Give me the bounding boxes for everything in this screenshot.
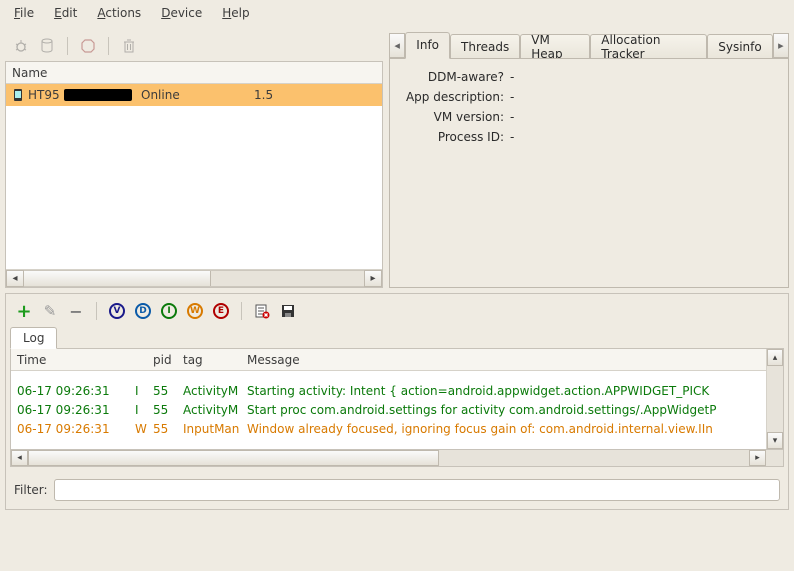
tab-allocation-tracker[interactable]: Allocation Tracker — [590, 34, 707, 59]
log-message: Starting activity: Intent { action=andro… — [241, 384, 766, 398]
info-level-button[interactable]: I — [159, 301, 179, 321]
info-vmversion-label: VM version: — [402, 110, 510, 124]
info-appdesc-label: App description: — [402, 90, 510, 104]
add-filter-button[interactable]: + — [14, 301, 34, 321]
log-header: Time pid tag Message — [11, 349, 766, 371]
info-vmversion-value: - — [510, 110, 514, 124]
log-level: W — [129, 422, 147, 436]
column-name[interactable]: Name — [12, 66, 47, 80]
tab-sysinfo[interactable]: Sysinfo — [707, 34, 772, 59]
verbose-level-button[interactable]: V — [107, 301, 127, 321]
clear-log-button[interactable] — [252, 301, 272, 321]
info-appdesc-value: - — [510, 90, 514, 104]
device-hscroll[interactable]: ◂ ▸ — [6, 269, 382, 287]
device-row[interactable]: HT95 Online 1.5 — [6, 84, 382, 106]
log-message: Window already focused, ignoring focus g… — [241, 422, 766, 436]
trash-icon[interactable] — [119, 36, 139, 56]
log-message: Start proc com.android.settings for acti… — [241, 403, 766, 417]
log-time: 06-17 09:26:31 — [11, 384, 129, 398]
log-tab[interactable]: Log — [10, 327, 57, 349]
tab-vmheap[interactable]: VM Heap — [520, 34, 590, 59]
scroll-left-icon[interactable]: ◂ — [6, 270, 24, 287]
log-pid: 55 — [147, 384, 177, 398]
save-log-button[interactable] — [278, 301, 298, 321]
col-pid[interactable]: pid — [147, 353, 177, 367]
error-level-button[interactable]: E — [211, 301, 231, 321]
scroll-right-icon[interactable]: ▸ — [364, 270, 382, 287]
cylinder-icon[interactable] — [37, 36, 57, 56]
separator — [108, 37, 109, 55]
log-row[interactable]: 06-17 09:26:31I55ActivityMStart proc com… — [11, 400, 766, 419]
info-ddm-value: - — [510, 70, 514, 84]
device-status: Online — [141, 88, 196, 102]
bug-icon[interactable] — [11, 36, 31, 56]
log-hscroll[interactable]: ◂ ▸ — [10, 450, 784, 467]
log-time: 06-17 09:26:31 — [11, 422, 129, 436]
log-row[interactable]: 06-17 09:26:31I55ActivityMStarting activ… — [11, 381, 766, 400]
phone-icon — [12, 88, 24, 102]
tab-threads[interactable]: Threads — [450, 34, 520, 59]
stop-icon[interactable] — [78, 36, 98, 56]
warn-level-button[interactable]: W — [185, 301, 205, 321]
tab-scroll-left[interactable]: ◂ — [389, 33, 405, 58]
log-pid: 55 — [147, 422, 177, 436]
scroll-right-icon[interactable]: ▸ — [749, 450, 766, 466]
log-level: I — [129, 403, 147, 417]
redacted-text — [64, 89, 132, 101]
log-tag: ActivityM — [177, 403, 241, 417]
edit-filter-button[interactable]: ✎ — [40, 301, 60, 321]
filter-label: Filter: — [14, 483, 48, 497]
col-time[interactable]: Time — [11, 353, 129, 367]
scroll-thumb[interactable] — [24, 271, 211, 286]
scroll-up-icon[interactable]: ▴ — [767, 349, 783, 366]
info-ddm-label: DDM-aware? — [402, 70, 510, 84]
remove-filter-button[interactable]: − — [66, 301, 86, 321]
scroll-thumb[interactable] — [28, 450, 439, 466]
info-pid-value: - — [510, 130, 514, 144]
log-level: I — [129, 384, 147, 398]
device-name: HT95 — [28, 88, 60, 102]
scroll-down-icon[interactable]: ▾ — [767, 432, 783, 449]
separator — [67, 37, 68, 55]
col-message[interactable]: Message — [241, 353, 766, 367]
col-tag[interactable]: tag — [177, 353, 241, 367]
log-row[interactable] — [11, 373, 766, 381]
info-pid-label: Process ID: — [402, 130, 510, 144]
scroll-left-icon[interactable]: ◂ — [11, 450, 28, 466]
info-panel: DDM-aware? - App description: - VM versi… — [389, 58, 789, 288]
menu-edit[interactable]: Edit — [44, 2, 87, 24]
separator — [96, 302, 97, 320]
log-tag: InputMan — [177, 422, 241, 436]
menu-file[interactable]: File — [4, 2, 44, 24]
tab-scroll-right[interactable]: ▸ — [773, 33, 789, 58]
debug-level-button[interactable]: D — [133, 301, 153, 321]
device-version: 1.5 — [254, 88, 294, 102]
log-row[interactable] — [11, 438, 766, 447]
device-list-header: Name — [6, 62, 382, 84]
log-pid: 55 — [147, 403, 177, 417]
tab-info[interactable]: Info — [405, 32, 450, 59]
menu-actions[interactable]: Actions — [87, 2, 151, 24]
menu-help[interactable]: Help — [212, 2, 259, 24]
log-vscroll[interactable]: ▴ ▾ — [766, 349, 783, 449]
filter-input[interactable] — [54, 479, 780, 501]
device-toolbar — [5, 31, 383, 61]
menu-device[interactable]: Device — [151, 2, 212, 24]
log-row[interactable]: 06-17 09:26:31W55InputManWindow already … — [11, 419, 766, 438]
log-tag: ActivityM — [177, 384, 241, 398]
separator — [241, 302, 242, 320]
log-time: 06-17 09:26:31 — [11, 403, 129, 417]
